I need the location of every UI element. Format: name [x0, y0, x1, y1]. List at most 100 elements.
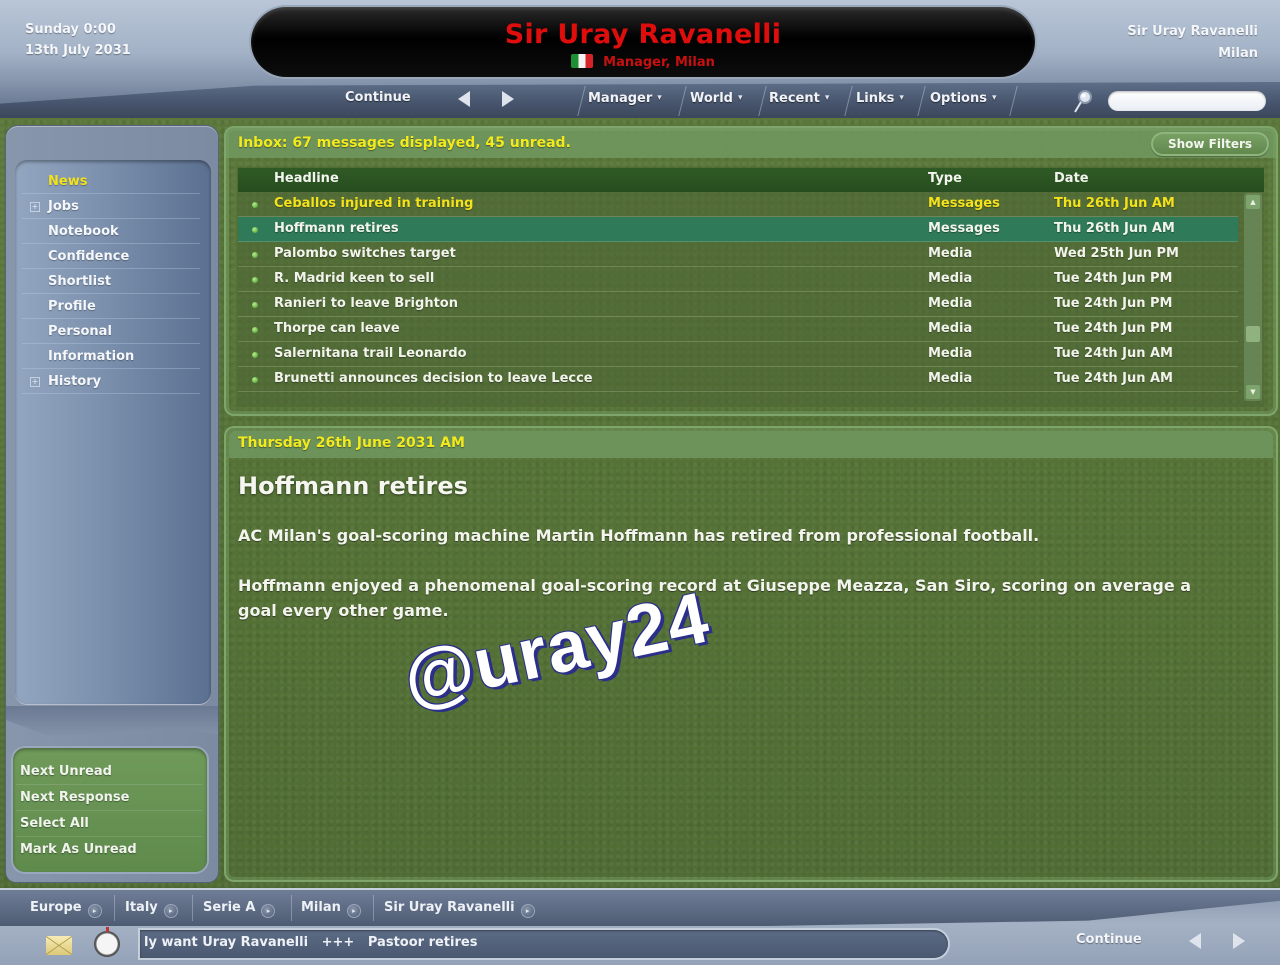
sidebar-item-label: Notebook	[48, 224, 119, 239]
message-paragraph: AC Milan's goal-scoring machine Martin H…	[238, 526, 1040, 545]
row-type: Messages	[928, 221, 1000, 236]
chevron-down-icon: ▾	[657, 93, 662, 103]
inbox-summary: Inbox: 67 messages displayed, 45 unread.	[238, 135, 571, 151]
menu-links[interactable]: Links ▾	[856, 91, 904, 106]
menu-world[interactable]: World ▾	[690, 91, 743, 106]
message-bullet-icon	[252, 227, 258, 233]
row-type: Media	[928, 321, 973, 336]
column-header-date[interactable]: Date	[1054, 171, 1089, 186]
row-headline: Ranieri to leave Brighton	[274, 296, 458, 311]
scroll-up-icon[interactable]: ▲	[1246, 195, 1260, 209]
next-response-button[interactable]: Next Response	[16, 785, 202, 811]
mail-icon[interactable]	[46, 936, 72, 955]
row-date: Tue 24th Jun AM	[1054, 371, 1173, 386]
sidebar-item-history[interactable]: + History	[22, 369, 200, 394]
next-unread-button[interactable]: Next Unread	[16, 759, 202, 785]
expand-icon[interactable]: +	[30, 202, 40, 212]
column-header-headline[interactable]: Headline	[274, 171, 339, 186]
row-type: Media	[928, 346, 973, 361]
breadcrumb-arrow-icon[interactable]: ▸	[87, 904, 102, 918]
message-bullet-icon	[252, 352, 258, 358]
row-headline: Brunetti announces decision to leave Lec…	[274, 371, 593, 386]
column-header-type[interactable]: Type	[928, 171, 962, 186]
breadcrumb-manager[interactable]: Sir Uray Ravanelli ▸	[384, 900, 535, 918]
sidebar-item-label: News	[48, 174, 88, 189]
sidebar-item-label: Profile	[48, 299, 96, 314]
breadcrumb-label: Europe	[30, 900, 82, 915]
row-type: Media	[928, 296, 973, 311]
menu-manager[interactable]: Manager ▾	[588, 91, 662, 106]
scroll-thumb[interactable]	[1246, 326, 1260, 342]
table-row[interactable]: Palombo switches target Media Wed 25th J…	[238, 242, 1238, 267]
breadcrumb-arrow-icon[interactable]: ▸	[346, 904, 361, 918]
scroll-down-icon[interactable]: ▼	[1246, 385, 1260, 399]
breadcrumb-separator	[114, 895, 115, 921]
sidebar-item-information[interactable]: Information	[22, 344, 200, 369]
row-headline: Palombo switches target	[274, 246, 456, 261]
table-row[interactable]: Ranieri to leave Brighton Media Tue 24th…	[238, 292, 1238, 317]
menu-recent[interactable]: Recent ▾	[769, 91, 829, 106]
row-date: Tue 24th Jun PM	[1054, 321, 1173, 336]
message-bullet-icon	[252, 377, 258, 383]
table-row[interactable]: R. Madrid keen to sell Media Tue 24th Ju…	[238, 267, 1238, 292]
row-type: Media	[928, 246, 973, 261]
menu-options[interactable]: Options ▾	[930, 91, 996, 106]
sidebar-item-notebook[interactable]: Notebook	[22, 219, 200, 244]
search-icon[interactable]	[1072, 88, 1094, 114]
breadcrumb-arrow-icon[interactable]: ▸	[520, 904, 535, 918]
breadcrumb-milan[interactable]: Milan ▸	[301, 900, 361, 918]
sidebar-item-confidence[interactable]: Confidence	[22, 244, 200, 269]
table-row-selected[interactable]: Hoffmann retires Messages Thu 26th Jun A…	[238, 217, 1238, 242]
table-row[interactable]: Thorpe can leave Media Tue 24th Jun PM	[238, 317, 1238, 342]
sidebar-item-shortlist[interactable]: Shortlist	[22, 269, 200, 294]
action-label: Next Response	[20, 790, 130, 805]
row-headline: Ceballos injured in training	[274, 196, 474, 211]
show-filters-button[interactable]: Show Filters	[1151, 132, 1269, 156]
message-bullet-icon	[252, 252, 258, 258]
breadcrumb-serie-a[interactable]: Serie A ▸	[203, 900, 276, 918]
title-banner: Sir Uray Ravanelli Manager, Milan	[251, 7, 1035, 77]
row-date: Tue 24th Jun PM	[1054, 271, 1173, 286]
stopwatch-icon[interactable]	[94, 927, 120, 957]
select-all-button[interactable]: Select All	[16, 811, 202, 837]
forward-arrow-icon[interactable]	[1233, 933, 1245, 949]
row-date: Thu 26th Jun AM	[1054, 221, 1175, 236]
continue-button[interactable]: Continue	[345, 90, 411, 105]
sidebar-item-profile[interactable]: Profile	[22, 294, 200, 319]
user-name: Sir Uray Ravanelli	[1127, 24, 1258, 39]
breadcrumb-arrow-icon[interactable]: ▸	[261, 904, 276, 918]
sidebar-item-news[interactable]: News	[22, 169, 200, 194]
expand-icon[interactable]: +	[30, 377, 40, 387]
breadcrumb-label: Italy	[125, 900, 158, 915]
table-row[interactable]: Brunetti announces decision to leave Lec…	[238, 367, 1238, 392]
action-label: Mark As Unread	[20, 842, 137, 857]
search-input[interactable]	[1108, 91, 1266, 111]
breadcrumb-arrow-icon[interactable]: ▸	[163, 904, 178, 918]
table-header	[238, 168, 1264, 192]
breadcrumb-label: Serie A	[203, 900, 256, 915]
inbox-scrollbar[interactable]	[1244, 193, 1262, 401]
sidebar-item-label: Information	[48, 349, 135, 364]
table-row[interactable]: Ceballos injured in training Messages Th…	[238, 192, 1238, 217]
table-row[interactable]: Salernitana trail Leonardo Media Tue 24t…	[238, 342, 1238, 367]
mark-as-unread-button[interactable]: Mark As Unread	[16, 837, 202, 863]
row-headline: R. Madrid keen to sell	[274, 271, 435, 286]
bottom-continue-button[interactable]: Continue	[1076, 932, 1142, 947]
sidebar-item-personal[interactable]: Personal	[22, 319, 200, 344]
chevron-down-icon: ▾	[899, 93, 904, 103]
action-label: Select All	[20, 816, 89, 831]
breadcrumb-europe[interactable]: Europe ▸	[30, 900, 102, 918]
breadcrumb-italy[interactable]: Italy ▸	[125, 900, 178, 918]
sidebar-item-jobs[interactable]: + Jobs	[22, 194, 200, 219]
sidebar-item-label: History	[48, 374, 102, 389]
breadcrumb-label: Sir Uray Ravanelli	[384, 900, 515, 915]
breadcrumb-separator	[373, 895, 374, 921]
chevron-down-icon: ▾	[737, 93, 743, 103]
back-arrow-icon[interactable]	[1189, 933, 1201, 949]
message-bullet-icon	[252, 202, 258, 208]
user-info: Sir Uray Ravanelli Milan	[1127, 21, 1258, 65]
row-date: Tue 24th Jun PM	[1054, 296, 1173, 311]
forward-arrow-icon[interactable]	[502, 91, 514, 107]
back-arrow-icon[interactable]	[458, 91, 470, 107]
news-ticker[interactable]: ly want Uray Ravanelli +++ Pastoor retir…	[140, 930, 948, 958]
